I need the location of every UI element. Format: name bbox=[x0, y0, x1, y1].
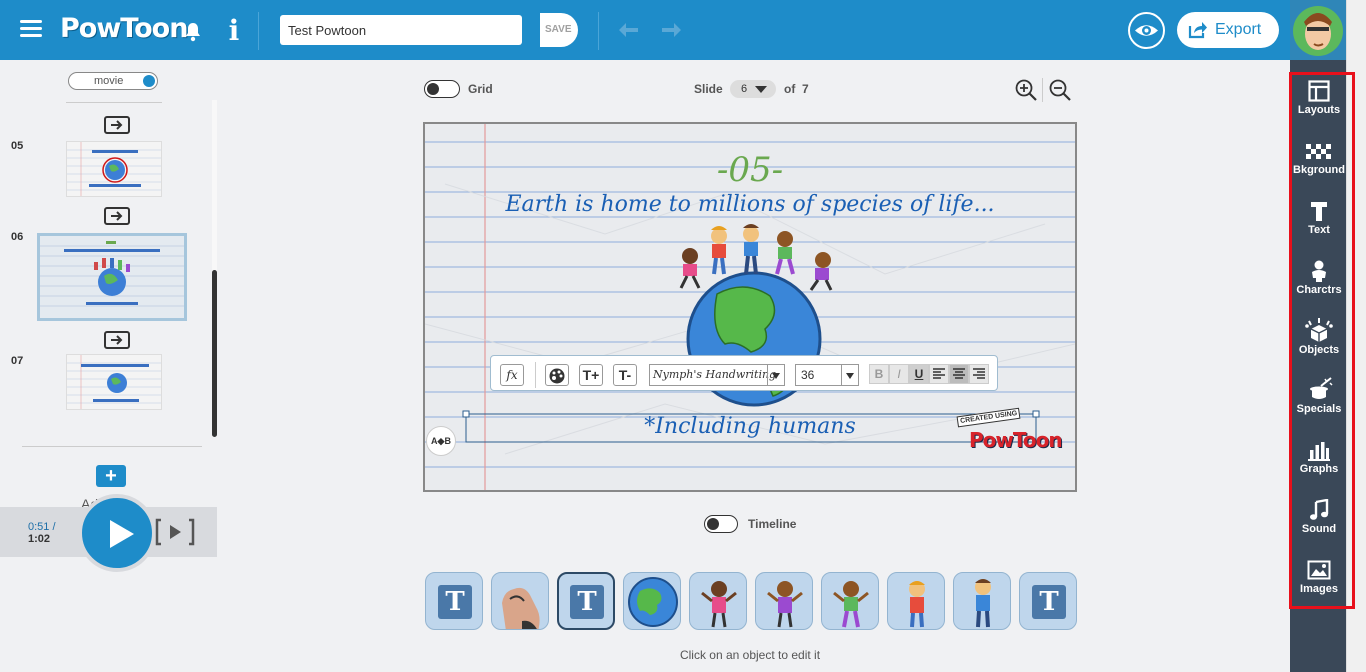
divider bbox=[22, 446, 202, 447]
save-button[interactable]: SAVE bbox=[540, 13, 578, 47]
playback-time: 0:51 /1:02 bbox=[28, 521, 56, 545]
slide-thumb-edge bbox=[66, 102, 162, 103]
elapsed-time: 0:51 / bbox=[28, 521, 56, 533]
transition-ab-button[interactable]: A◆B bbox=[426, 426, 456, 456]
increase-font-size-icon[interactable]: T+ bbox=[579, 364, 603, 386]
transition-icon[interactable] bbox=[104, 331, 130, 349]
font-family-value: Nymph's Handwriting bbox=[653, 368, 777, 381]
grid-label: Grid bbox=[468, 82, 493, 96]
menu-icon[interactable] bbox=[20, 20, 42, 38]
align-right-icon[interactable] bbox=[969, 364, 989, 384]
layer-hand-object[interactable] bbox=[491, 572, 549, 630]
chevron-down-icon bbox=[841, 365, 858, 385]
watermark-small-text: CREATED USING bbox=[956, 407, 1021, 428]
divider bbox=[1042, 78, 1043, 102]
layer-globe-object[interactable] bbox=[623, 572, 681, 630]
slides-scrollbar[interactable] bbox=[212, 100, 217, 437]
share-icon bbox=[1188, 22, 1207, 39]
slide-thumbnail-selected[interactable] bbox=[37, 233, 187, 321]
slide-label: Slide bbox=[694, 82, 723, 96]
divider bbox=[258, 12, 259, 50]
transition-icon[interactable] bbox=[104, 207, 130, 225]
align-center-icon[interactable] bbox=[949, 364, 969, 384]
app-logo[interactable]: PowToon bbox=[60, 13, 188, 44]
font-family-select[interactable]: Nymph's Handwriting bbox=[649, 364, 785, 386]
bold-button[interactable]: B bbox=[869, 364, 889, 384]
highlight-box bbox=[1289, 72, 1355, 609]
of-label: of bbox=[784, 82, 796, 96]
powtoon-watermark: CREATED USING PowToon bbox=[956, 407, 1063, 462]
slide-heading[interactable]: -05- bbox=[695, 150, 805, 190]
project-title-input[interactable] bbox=[280, 15, 522, 45]
layer-kid-character[interactable] bbox=[953, 572, 1011, 630]
slide-thumbnail[interactable] bbox=[66, 354, 162, 410]
total-time: 1:02 bbox=[28, 533, 51, 545]
slide-number: 06 bbox=[11, 231, 24, 243]
layer-text-object-selected[interactable]: T bbox=[557, 572, 615, 630]
divider bbox=[535, 362, 536, 388]
slide-selector[interactable]: 6 bbox=[730, 80, 776, 98]
chevron-down-icon bbox=[767, 365, 784, 385]
slide-canvas[interactable]: -05- Earth is home to millions of specie… bbox=[423, 122, 1077, 492]
redo-icon[interactable] bbox=[658, 18, 684, 44]
bell-icon[interactable] bbox=[184, 22, 202, 42]
movie-toggle-label: movie bbox=[94, 75, 124, 87]
eye-icon bbox=[1135, 25, 1158, 36]
play-button[interactable] bbox=[78, 494, 156, 572]
timeline-label: Timeline bbox=[748, 517, 797, 531]
slide-total: of 7 bbox=[784, 82, 809, 96]
edit-hint: Click on an object to edit it bbox=[679, 648, 821, 662]
layer-kid-character[interactable] bbox=[755, 572, 813, 630]
movie-toggle[interactable]: movie bbox=[68, 72, 158, 90]
grid-toggle[interactable] bbox=[424, 80, 460, 98]
layer-kid-character[interactable] bbox=[689, 572, 747, 630]
text-effects-button[interactable]: fx bbox=[500, 364, 524, 386]
export-label: Export bbox=[1215, 21, 1262, 38]
align-left-icon[interactable] bbox=[929, 364, 949, 384]
transition-icon[interactable] bbox=[104, 116, 130, 134]
undo-icon[interactable] bbox=[616, 18, 642, 44]
slide-number: 05 bbox=[11, 140, 24, 152]
decrease-font-size-icon[interactable]: T- bbox=[613, 364, 637, 386]
export-button[interactable]: Export bbox=[1177, 12, 1279, 48]
top-bar: PowToon i SAVE Export bbox=[0, 0, 1290, 60]
layer-kid-character[interactable] bbox=[821, 572, 879, 630]
play-icon bbox=[110, 520, 134, 548]
underline-button[interactable]: U bbox=[909, 364, 929, 384]
layer-text-object[interactable]: T bbox=[425, 572, 483, 630]
slide-thumbnail[interactable] bbox=[66, 141, 162, 197]
slides-panel: movie 05 06 07 + Add Slide bbox=[0, 60, 222, 672]
watermark-logo-text: PowToon bbox=[969, 428, 1063, 452]
zoom-out-icon[interactable] bbox=[1048, 78, 1072, 102]
slide-total-count: 7 bbox=[802, 82, 809, 96]
info-icon[interactable]: i bbox=[224, 14, 244, 47]
timeline-toggle[interactable] bbox=[704, 515, 738, 533]
palette-icon[interactable] bbox=[545, 364, 569, 386]
layer-kid-character[interactable] bbox=[887, 572, 945, 630]
play-slide-icon[interactable] bbox=[155, 518, 195, 546]
preview-button[interactable] bbox=[1128, 12, 1165, 49]
font-size-select[interactable]: 36 bbox=[795, 364, 859, 386]
slide-subtitle[interactable]: Earth is home to millions of species of … bbox=[465, 192, 1035, 217]
add-slide-button[interactable]: + bbox=[96, 465, 126, 487]
text-format-toolbar: fx T+ T- Nymph's Handwriting 36 B I U bbox=[490, 355, 998, 391]
font-size-value: 36 bbox=[801, 368, 815, 382]
user-avatar[interactable] bbox=[1290, 0, 1346, 60]
layer-text-object[interactable]: T bbox=[1019, 572, 1077, 630]
italic-button[interactable]: I bbox=[889, 364, 909, 384]
divider bbox=[598, 12, 599, 50]
selected-text-object[interactable]: *Including humans bbox=[465, 414, 1035, 439]
zoom-in-icon[interactable] bbox=[1014, 78, 1038, 102]
slide-number: 07 bbox=[11, 355, 24, 367]
